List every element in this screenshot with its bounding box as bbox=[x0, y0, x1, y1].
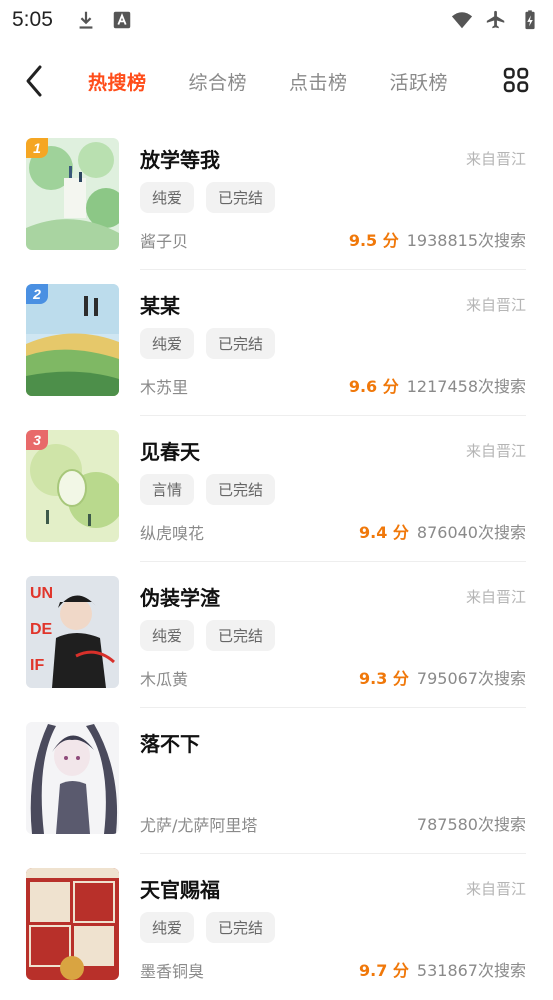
status-bar: 5:05 bbox=[0, 0, 553, 40]
book-title[interactable]: 放学等我 bbox=[140, 144, 220, 173]
book-item[interactable]: 天官赐福 来自晋江 纯爱 已完结 墨香铜臭 9.7 分 531867次搜索 bbox=[26, 854, 526, 1000]
tag-category[interactable]: 纯爱 bbox=[140, 620, 195, 651]
search-count: 787580次搜索 bbox=[416, 815, 526, 834]
search-count: 1217458次搜索 bbox=[406, 377, 526, 396]
download-icon bbox=[79, 11, 93, 29]
grid-menu-icon[interactable] bbox=[503, 67, 529, 93]
book-title[interactable]: 天官赐福 bbox=[140, 874, 220, 903]
book-source: 来自晋江 bbox=[465, 880, 526, 898]
book-title[interactable]: 某某 bbox=[140, 290, 180, 319]
tab-hot-search[interactable]: 热搜榜 bbox=[88, 68, 147, 95]
wifi-icon bbox=[451, 12, 473, 29]
book-cover[interactable] bbox=[26, 722, 119, 834]
tab-clicks[interactable]: 点击榜 bbox=[289, 68, 348, 95]
ranking-tabs: 热搜榜 综合榜 点击榜 活跃榜 bbox=[88, 50, 490, 112]
back-arrow-icon[interactable] bbox=[22, 64, 50, 98]
book-stats: 9.4 分 876040次搜索 bbox=[359, 519, 526, 543]
book-source: 来自晋江 bbox=[465, 442, 526, 460]
book-score: 9.3 分 bbox=[358, 669, 409, 688]
search-count: 795067次搜索 bbox=[416, 669, 526, 688]
tag-category[interactable]: 纯爱 bbox=[140, 328, 195, 359]
tag-status[interactable]: 已完结 bbox=[206, 912, 276, 943]
svg-text:UN: UN bbox=[30, 585, 53, 602]
tab-active[interactable]: 活跃榜 bbox=[390, 68, 449, 95]
rank-badge: 1 bbox=[26, 138, 48, 158]
book-item[interactable]: 3 见春天 来自晋江 言情 已完结 纵虎嗅花 9.4 分 876040次搜索 bbox=[26, 416, 526, 562]
tag-category[interactable]: 纯爱 bbox=[140, 912, 195, 943]
book-author[interactable]: 木瓜黄 bbox=[140, 666, 188, 690]
book-stats: 9.5 分 1938815次搜索 bbox=[349, 227, 526, 251]
font-a-icon bbox=[113, 11, 131, 29]
book-cover[interactable]: 2 bbox=[26, 284, 119, 396]
book-cover[interactable]: UN DE IF bbox=[26, 576, 119, 688]
book-title[interactable]: 见春天 bbox=[140, 436, 200, 465]
tag-status[interactable]: 已完结 bbox=[206, 474, 276, 505]
book-list: 1 放学等我 来自晋江 纯爱 已完结 酱子贝 9.5 分 1938815次搜索 bbox=[0, 124, 553, 1000]
book-tags: 纯爱 已完结 bbox=[140, 620, 276, 651]
battery-charging-icon bbox=[525, 10, 535, 30]
book-tags: 纯爱 已完结 bbox=[140, 328, 276, 359]
svg-text:DE: DE bbox=[30, 621, 53, 638]
airplane-icon bbox=[486, 10, 505, 29]
book-item[interactable]: 落不下 尤萨/尤萨阿里塔 787580次搜索 bbox=[26, 708, 526, 854]
book-stats: 9.6 分 1217458次搜索 bbox=[349, 373, 526, 397]
book-author[interactable]: 纵虎嗅花 bbox=[140, 520, 204, 544]
book-score: 9.6 分 bbox=[348, 377, 399, 396]
book-source: 来自晋江 bbox=[465, 150, 526, 168]
book-cover[interactable]: 3 bbox=[26, 430, 119, 542]
book-tags: 纯爱 已完结 bbox=[140, 182, 276, 213]
book-source: 来自晋江 bbox=[465, 588, 526, 606]
book-author[interactable]: 酱子贝 bbox=[140, 228, 188, 252]
tag-status[interactable]: 已完结 bbox=[206, 182, 276, 213]
book-stats: 787580次搜索 bbox=[417, 811, 526, 835]
search-count: 1938815次搜索 bbox=[406, 231, 526, 250]
tag-status[interactable]: 已完结 bbox=[206, 620, 276, 651]
book-score: 9.7 分 bbox=[358, 961, 409, 980]
book-score: 9.4 分 bbox=[358, 523, 409, 542]
book-item[interactable]: 1 放学等我 来自晋江 纯爱 已完结 酱子贝 9.5 分 1938815次搜索 bbox=[26, 124, 526, 270]
tab-overall[interactable]: 综合榜 bbox=[189, 68, 248, 95]
book-cover[interactable]: 1 bbox=[26, 138, 119, 250]
book-cover[interactable] bbox=[26, 868, 119, 980]
book-score: 9.5 分 bbox=[348, 231, 399, 250]
book-author[interactable]: 尤萨/尤萨阿里塔 bbox=[140, 812, 257, 836]
book-author[interactable]: 木苏里 bbox=[140, 374, 188, 398]
book-title[interactable]: 落不下 bbox=[140, 728, 200, 757]
book-tags: 纯爱 已完结 bbox=[140, 912, 276, 943]
nav-bar: 热搜榜 综合榜 点击榜 活跃榜 bbox=[0, 50, 553, 112]
search-count: 876040次搜索 bbox=[416, 523, 526, 542]
status-time: 5:05 bbox=[12, 8, 53, 31]
book-item[interactable]: UN DE IF 伪装学渣 来自晋江 纯爱 已完结 木瓜黄 9.3 分 7950… bbox=[26, 562, 526, 708]
rank-badge: 2 bbox=[26, 284, 48, 304]
book-item[interactable]: 2 某某 来自晋江 纯爱 已完结 木苏里 9.6 分 1217458次搜索 bbox=[26, 270, 526, 416]
tag-category[interactable]: 纯爱 bbox=[140, 182, 195, 213]
book-author[interactable]: 墨香铜臭 bbox=[140, 958, 204, 982]
svg-text:IF: IF bbox=[30, 657, 44, 674]
search-count: 531867次搜索 bbox=[416, 961, 526, 980]
book-stats: 9.3 分 795067次搜索 bbox=[359, 665, 526, 689]
rank-badge: 3 bbox=[26, 430, 48, 450]
book-stats: 9.7 分 531867次搜索 bbox=[359, 957, 526, 981]
book-title[interactable]: 伪装学渣 bbox=[140, 582, 220, 611]
book-tags: 言情 已完结 bbox=[140, 474, 276, 505]
tag-status[interactable]: 已完结 bbox=[206, 328, 276, 359]
tag-category[interactable]: 言情 bbox=[140, 474, 195, 505]
book-source: 来自晋江 bbox=[465, 296, 526, 314]
